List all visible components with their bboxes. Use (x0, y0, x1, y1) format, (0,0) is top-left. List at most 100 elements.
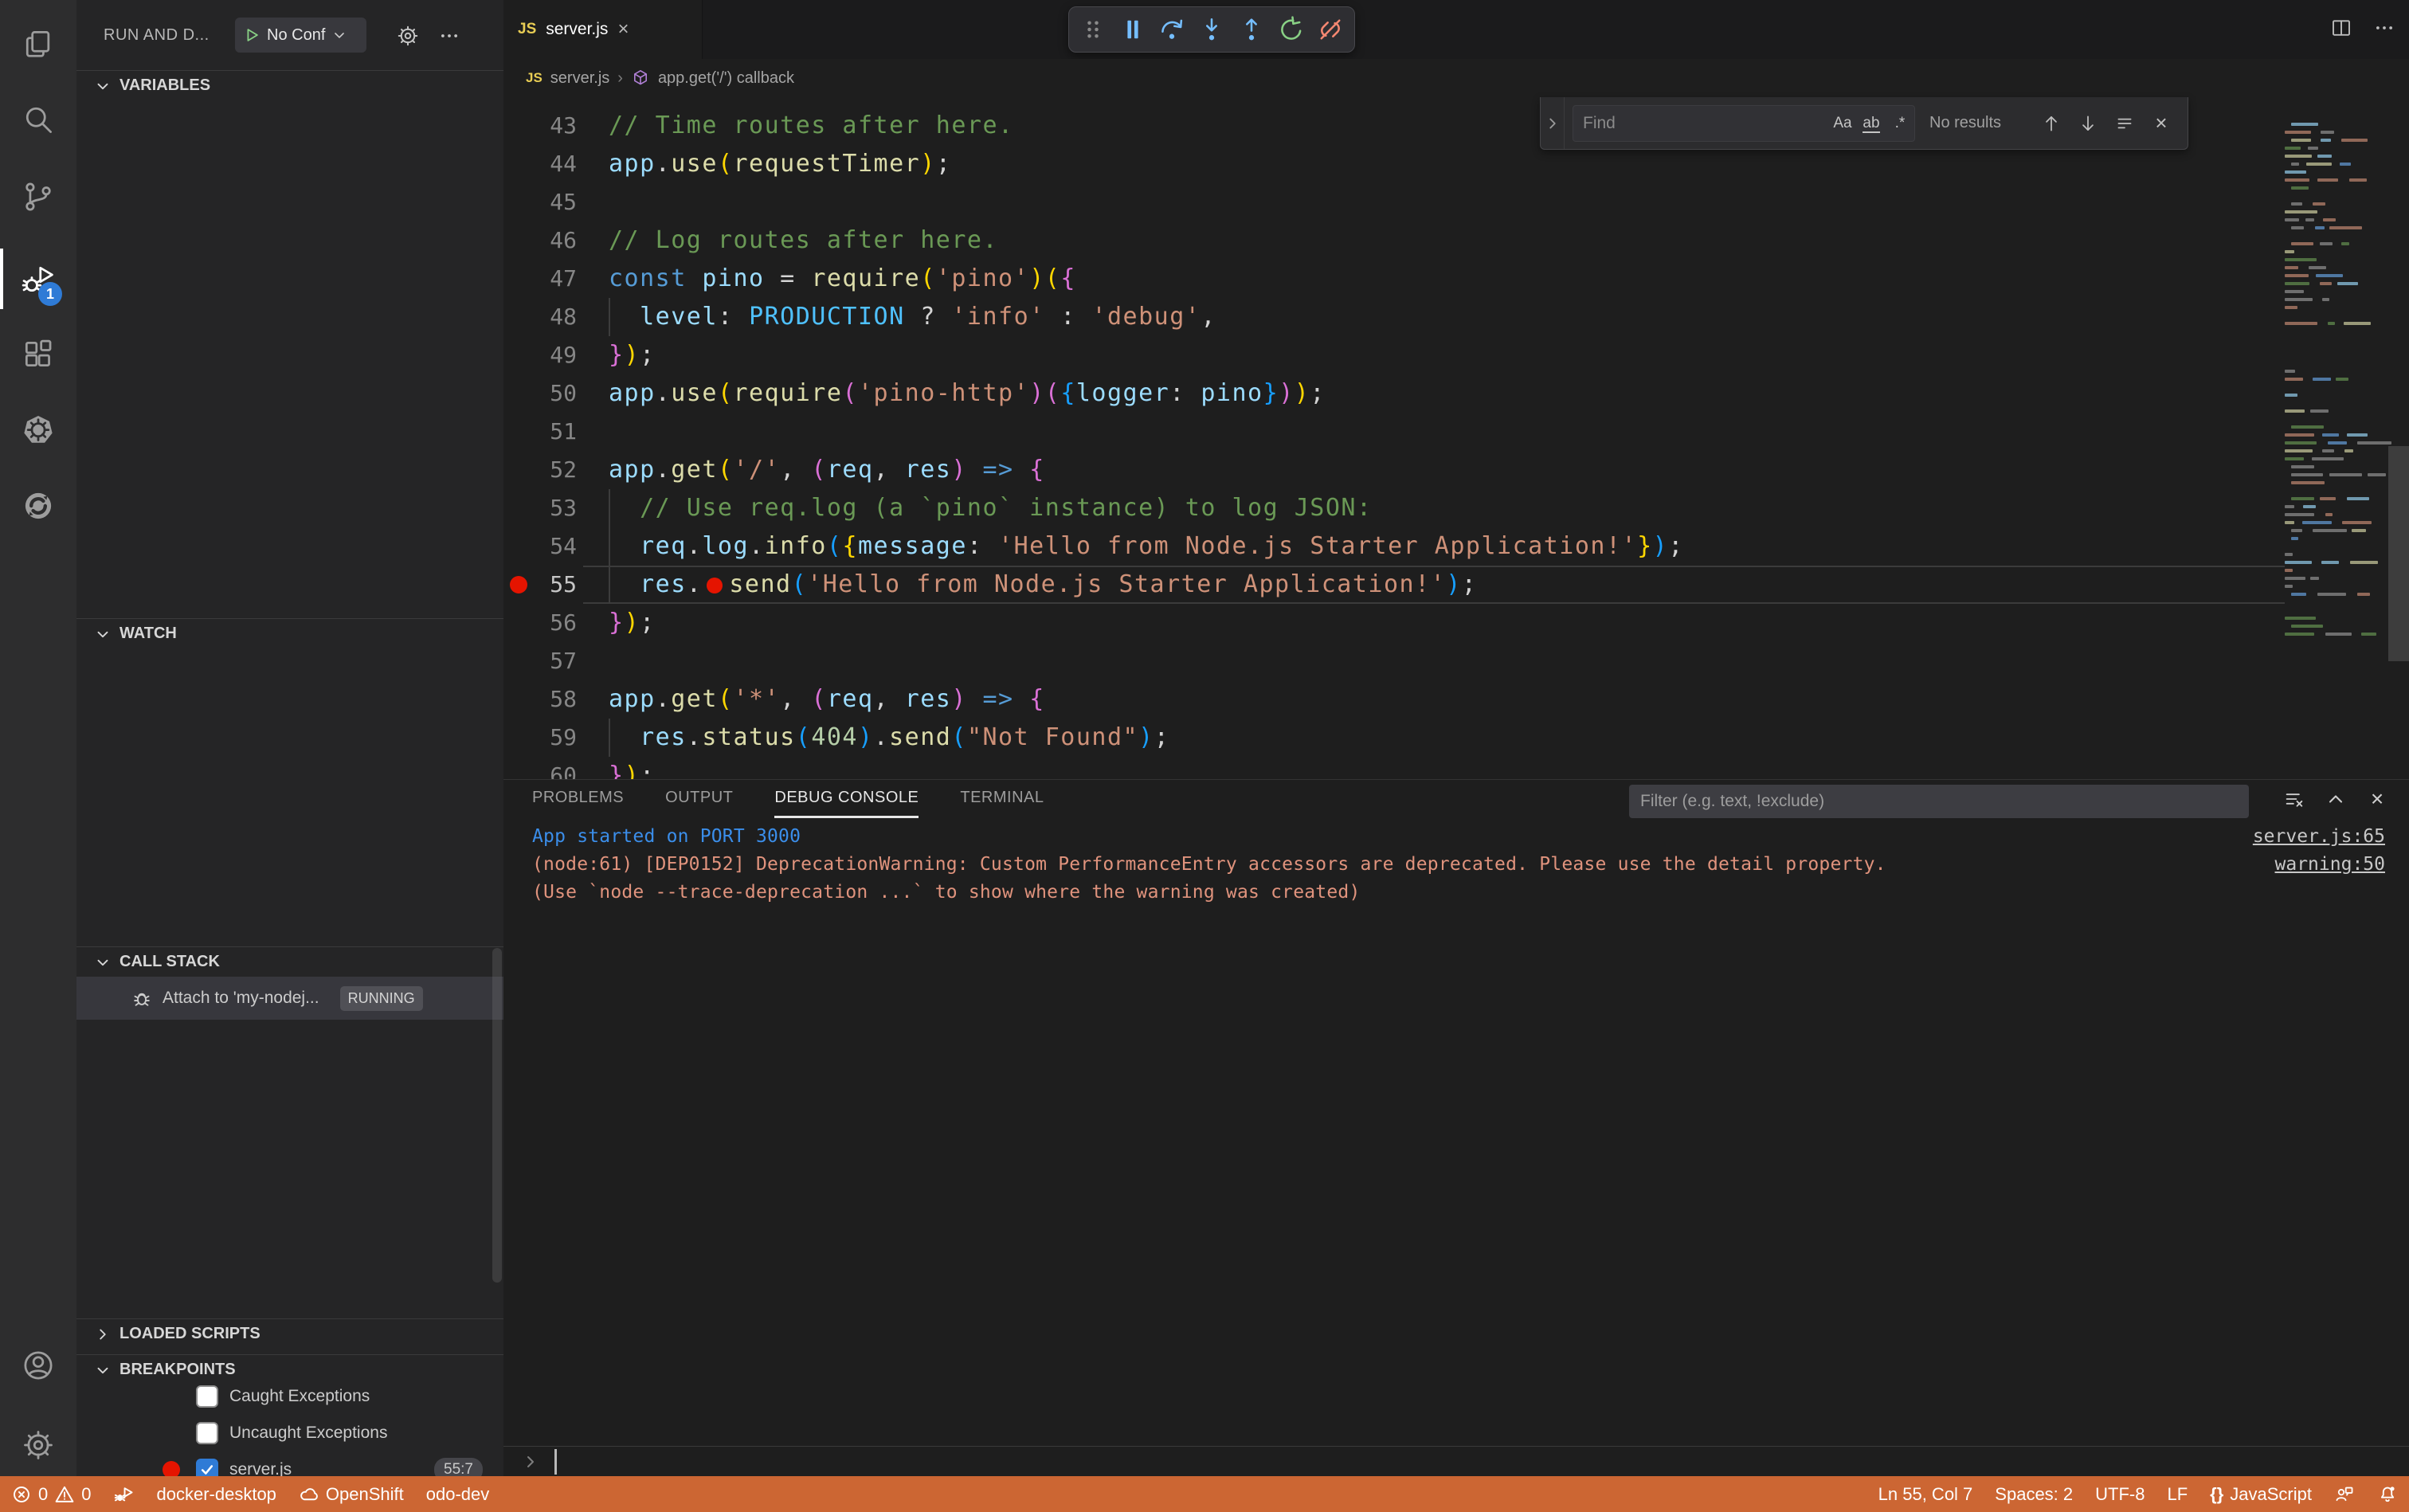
statusbar-problems[interactable]: 00 (0, 1476, 103, 1512)
breakpoint-checkbox[interactable] (196, 1422, 218, 1444)
debug-settings-gear-button[interactable] (392, 24, 424, 48)
code-line-54[interactable]: 54 req.log.info({message: 'Hello from No… (503, 527, 2285, 566)
code-line-55[interactable]: 55 res.send('Hello from Node.js Starter … (503, 566, 2285, 604)
activitybar-manage-icon[interactable] (0, 1415, 76, 1475)
breakpoint-label: Uncaught Exceptions (229, 1424, 387, 1443)
panel-tab-debug-console[interactable]: DEBUG CONSOLE (774, 780, 919, 818)
breakpoint-row-server-js[interactable]: server.js55:7 (76, 1451, 503, 1476)
breakpoint-label: server.js (229, 1460, 292, 1476)
launch-config-dropdown[interactable]: No Conf (235, 18, 366, 53)
step-into-icon[interactable] (1196, 14, 1228, 45)
line-number: 48 (503, 298, 577, 336)
panel-tab-output[interactable]: OUTPUT (665, 780, 733, 818)
code-line-58[interactable]: 58app.get('*', (req, res) => { (503, 680, 2285, 719)
code-line-49[interactable]: 49}); (503, 336, 2285, 374)
activitybar-extensions-icon[interactable] (0, 324, 76, 385)
drag-grip-icon[interactable] (1077, 14, 1109, 45)
maximize-panel-icon[interactable] (2323, 786, 2348, 812)
statusbar-language-mode[interactable]: {}JavaScript (2199, 1476, 2323, 1512)
statusbar-feedback[interactable] (2323, 1476, 2366, 1512)
code-editor[interactable]: 43// Time routes after here.44app.use(re… (503, 97, 2285, 779)
statusbar-label: OpenShift (326, 1484, 404, 1505)
code-line-50[interactable]: 50app.use(require('pino-http')({logger: … (503, 374, 2285, 413)
tab-server-js[interactable]: JS server.js × (503, 0, 703, 59)
chevron-right-icon (94, 1326, 112, 1343)
code-line-44[interactable]: 44app.use(requestTimer); (503, 145, 2285, 183)
section-loaded-scripts[interactable]: LOADED SCRIPTS (76, 1318, 503, 1349)
code-text: app.use(require('pino-http')({logger: pi… (609, 379, 1326, 407)
split-editor-icon[interactable] (2329, 16, 2353, 40)
code-line-57[interactable]: 57 (503, 642, 2285, 680)
error-count: 0 (38, 1484, 48, 1505)
sidebar-scrollbar[interactable] (492, 948, 502, 1283)
code-line-47[interactable]: 47const pino = require('pino')({ (503, 260, 2285, 298)
code-line-53[interactable]: 53 // Use req.log (a `pino` instance) to… (503, 489, 2285, 527)
line-number: 49 (503, 336, 577, 374)
code-line-56[interactable]: 56}); (503, 604, 2285, 642)
breakpoint-dot-icon (163, 1461, 180, 1476)
close-tab-icon[interactable]: × (617, 20, 629, 39)
activitybar-run-and-debug-icon[interactable]: 1 (0, 249, 76, 309)
code-text: app.get('/', (req, res) => { (609, 456, 1045, 484)
code-line-51[interactable]: 51 (503, 413, 2285, 451)
debug-console-output: App started on PORT 3000(node:61) [DEP01… (532, 823, 2234, 907)
code-line-48[interactable]: 48 level: PRODUCTION ? 'info' : 'debug', (503, 298, 2285, 336)
feedback-icon (2334, 1484, 2355, 1505)
play-icon (243, 26, 260, 44)
console-source-link[interactable]: warning:50 (2253, 851, 2385, 879)
activitybar-kubernetes-icon[interactable] (0, 400, 76, 460)
breakpoint-row-uncaught-exceptions[interactable]: Uncaught Exceptions (76, 1415, 503, 1451)
section-call-stack[interactable]: CALL STACK (76, 946, 503, 977)
statusbar-eol[interactable]: LF (2156, 1476, 2199, 1512)
step-out-icon[interactable] (1236, 14, 1267, 45)
statusbar-indentation[interactable]: Spaces: 2 (1984, 1476, 2084, 1512)
editor-scrollbar[interactable] (2388, 446, 2409, 661)
statusbar-debug-indicator[interactable] (103, 1476, 146, 1512)
code-line-43[interactable]: 43// Time routes after here. (503, 107, 2285, 145)
statusbar-cursor-position[interactable]: Ln 55, Col 7 (1867, 1476, 1984, 1512)
more-actions-button[interactable] (433, 24, 465, 48)
statusbar-notifications[interactable] (2366, 1476, 2409, 1512)
activitybar-accounts-icon[interactable] (0, 1335, 76, 1396)
clear-console-icon[interactable] (2282, 786, 2307, 812)
line-number: 54 (503, 527, 577, 566)
breakpoint-row-caught-exceptions[interactable]: Caught Exceptions (76, 1378, 503, 1415)
pause-icon[interactable] (1117, 14, 1149, 45)
restart-icon[interactable] (1275, 14, 1307, 45)
statusbar-openshift-login[interactable]: OpenShift (288, 1476, 415, 1512)
sidebar-title: RUN AND D... (104, 18, 210, 53)
console-filter-input[interactable] (1629, 785, 2249, 818)
more-actions-icon[interactable] (2372, 16, 2396, 40)
minimap[interactable] (2285, 107, 2387, 779)
section-variables[interactable]: VARIABLES (76, 70, 503, 100)
step-over-icon[interactable] (1156, 14, 1188, 45)
activitybar-source-control-icon[interactable] (0, 166, 76, 227)
close-panel-icon[interactable]: × (2364, 786, 2390, 812)
code-line-45[interactable]: 45 (503, 183, 2285, 221)
indent-guide (609, 719, 610, 757)
line-number: 52 (503, 451, 577, 489)
statusbar-docker-context[interactable]: docker-desktop (146, 1476, 288, 1512)
inline-breakpoint-icon[interactable] (707, 578, 723, 593)
statusbar-odo-dev[interactable]: odo-dev (415, 1476, 501, 1512)
code-line-52[interactable]: 52 app.get('/', (req, res) => { (503, 451, 2285, 489)
activitybar-openshift-icon[interactable] (0, 476, 76, 536)
running-badge: RUNNING (340, 986, 423, 1011)
code-line-46[interactable]: 46// Log routes after here. (503, 221, 2285, 260)
breadcrumb[interactable]: JS server.js › app.get('/') callback (503, 59, 2409, 97)
debug-console-input-row[interactable] (503, 1446, 2409, 1476)
breakpoint-checkbox[interactable] (196, 1385, 218, 1408)
activitybar-explorer-icon[interactable] (0, 14, 76, 75)
panel-tab-terminal[interactable]: TERMINAL (960, 780, 1044, 818)
panel-tab-problems[interactable]: PROBLEMS (532, 780, 624, 818)
code-line-60[interactable]: 60}); (503, 757, 2285, 779)
section-watch[interactable]: WATCH (76, 618, 503, 648)
activitybar-search-icon[interactable] (0, 89, 76, 150)
breakpoint-checkbox[interactable] (196, 1459, 218, 1476)
statusbar-encoding[interactable]: UTF-8 (2084, 1476, 2156, 1512)
code-line-59[interactable]: 59 res.status(404).send("Not Found"); (503, 719, 2285, 757)
call-stack-session-row[interactable]: Attach to 'my-nodej... RUNNING (76, 977, 503, 1020)
gutter-breakpoint-icon[interactable] (510, 576, 527, 593)
disconnect-icon[interactable] (1314, 14, 1346, 45)
console-source-link[interactable]: server.js:65 (2253, 823, 2385, 851)
